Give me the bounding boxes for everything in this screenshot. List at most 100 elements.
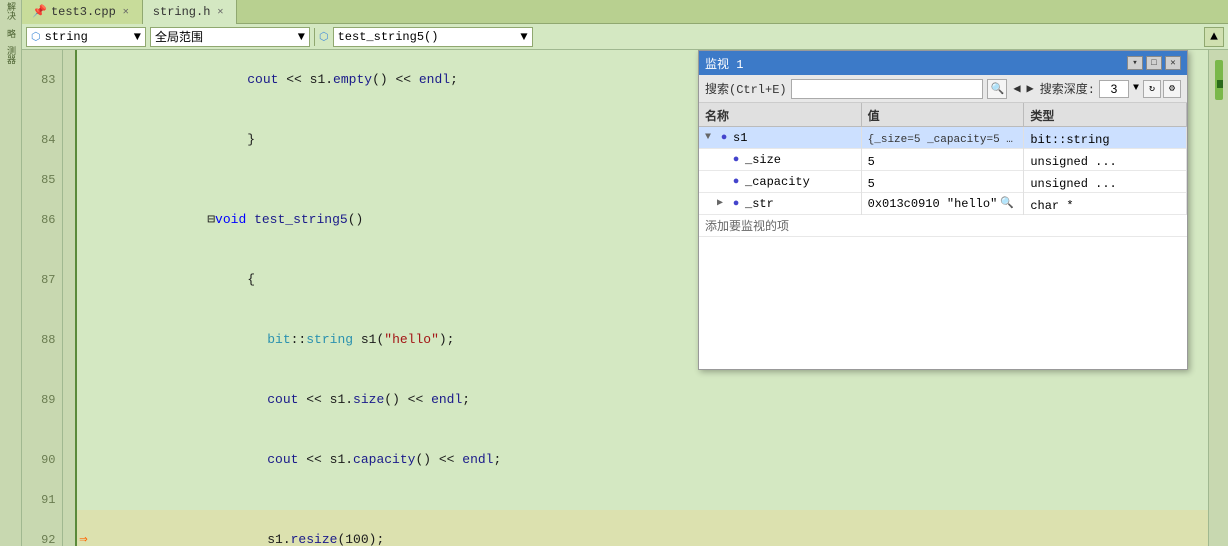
watch-cell-value-capacity: 5 — [862, 171, 1025, 193]
watch-cell-name-size: ● _size — [699, 149, 862, 171]
watch-panel: 监视 1 ▾ □ ✕ 搜索(Ctrl+E) 🔍 ◀ ▶ — [698, 50, 1188, 370]
line-indent — [62, 510, 76, 546]
settings-button[interactable]: ⚙ — [1163, 80, 1181, 98]
watch-minimize-btn[interactable]: ▾ — [1127, 56, 1143, 70]
breakpoint-area — [76, 50, 90, 110]
line-indent — [62, 170, 76, 190]
function-icon: ⬡ — [319, 30, 329, 44]
scope-label: string — [45, 30, 88, 44]
watch-cell-type-str: char * — [1024, 193, 1187, 215]
watch-row-size[interactable]: ● _size 5 unsigned ... — [699, 149, 1187, 171]
header-name: 名称 — [699, 103, 862, 128]
watch-close-btn[interactable]: ✕ — [1165, 56, 1181, 70]
watch-icon-s1: ● — [717, 131, 731, 145]
watch-cell-name-capacity: ● _capacity — [699, 171, 862, 193]
line-number: 86 — [22, 190, 62, 250]
watch-cell-name-str: ▶ ● _str — [699, 193, 862, 215]
watch-name-s1: s1 — [733, 127, 747, 149]
line-number: 84 — [22, 110, 62, 170]
watch-icon-capacity: ● — [729, 175, 743, 189]
watch-row-s1[interactable]: ▼ ● s1 {_size=5 _capacity=5 _str=0x013c.… — [699, 127, 1187, 149]
code-area: 83 cout << s1.empty() << endl; 84 } — [22, 50, 1228, 546]
breakpoint-area — [76, 170, 90, 190]
watch-name-capacity: _capacity — [745, 171, 810, 193]
watch-cell-name-s1: ▼ ● s1 — [699, 127, 862, 149]
watch-cell-type-s1: bit::string — [1024, 127, 1187, 149]
tab-bar: 📌 test3.cpp ✕ string.h ✕ — [22, 0, 1228, 24]
breakpoint-area — [76, 310, 90, 370]
line-number: 92 — [22, 510, 62, 546]
code-panel[interactable]: 83 cout << s1.empty() << endl; 84 } — [22, 50, 1208, 546]
table-row: 90 cout << s1.capacity() << endl; — [22, 430, 1208, 490]
toolbar-up-button[interactable]: ▲ — [1204, 27, 1224, 47]
watch-add-label: 添加要监视的项 — [705, 217, 789, 234]
watch-title-text: 监视 1 — [705, 55, 743, 72]
line-indent — [62, 50, 76, 110]
breakpoint-area — [76, 250, 90, 310]
magnify-icon[interactable]: 🔍 — [1000, 193, 1014, 215]
sidebar-icon-3[interactable]: 测器 — [2, 46, 20, 64]
tab-pin-icon: 📌 — [32, 4, 47, 19]
scope-icon: ⬡ — [31, 30, 41, 44]
line-number: 89 — [22, 370, 62, 430]
watch-row-str[interactable]: ▶ ● _str 0x013c0910 "hello" 🔍 char * — [699, 193, 1187, 215]
search-input[interactable] — [791, 79, 984, 99]
header-value: 值 — [862, 103, 1025, 128]
sidebar-icon-1[interactable]: 解决 — [2, 2, 20, 20]
watch-cell-value-size: 5 — [862, 149, 1025, 171]
table-row: 91 — [22, 490, 1208, 510]
function-area: ⬡ test_string5() ▼ — [319, 27, 533, 47]
refresh-button[interactable]: ↻ — [1143, 80, 1161, 98]
line-number: 83 — [22, 50, 62, 110]
line-indent — [62, 310, 76, 370]
line-number: 88 — [22, 310, 62, 370]
scrollbar-mark-1 — [1217, 80, 1223, 88]
watch-icon-str: ● — [729, 197, 743, 211]
watch-row-capacity[interactable]: ● _capacity 5 unsigned ... — [699, 171, 1187, 193]
function-label: test_string5() — [338, 30, 439, 44]
table-row: 92 ⇒ s1.resize(100); — [22, 510, 1208, 546]
tab-close-icon-2[interactable]: ✕ — [214, 5, 226, 19]
line-number: 87 — [22, 250, 62, 310]
line-indent — [62, 490, 76, 510]
dropdown-arrow: ▼ — [134, 30, 141, 44]
tab-label: test3.cpp — [51, 5, 116, 19]
search-button[interactable]: 🔍 — [987, 79, 1007, 99]
line-number: 91 — [22, 490, 62, 510]
table-row: 89 cout << s1.size() << endl; — [22, 370, 1208, 430]
watch-body: ▼ ● s1 {_size=5 _capacity=5 _str=0x013c.… — [699, 127, 1187, 369]
line-indent — [62, 430, 76, 490]
tab-close-icon[interactable]: ✕ — [120, 5, 132, 19]
watch-titlebar: 监视 1 ▾ □ ✕ — [699, 51, 1187, 75]
left-sidebar: 解决 略 测器 — [0, 0, 22, 546]
right-scrollbar[interactable] — [1208, 50, 1228, 546]
function-dropdown[interactable]: test_string5() ▼ — [333, 27, 533, 47]
line-indent — [62, 110, 76, 170]
breakpoint-arrow: ⇒ — [76, 510, 90, 546]
depth-dropdown-arrow[interactable]: ▼ — [1133, 83, 1139, 94]
tab-stringh[interactable]: string.h ✕ — [143, 0, 238, 24]
depth-input[interactable] — [1099, 80, 1129, 98]
watch-add-row[interactable]: 添加要监视的项 — [699, 215, 1187, 237]
watch-float-btn[interactable]: □ — [1146, 56, 1162, 70]
line-number: 90 — [22, 430, 62, 490]
expand-triangle-s1[interactable]: ▼ — [705, 127, 715, 149]
expand-triangle-str[interactable]: ▶ — [717, 193, 727, 215]
depth-icons: ↻ ⚙ — [1143, 80, 1181, 98]
global-scope-dropdown[interactable]: 全局范围 ▼ — [150, 27, 310, 47]
main-content: 📌 test3.cpp ✕ string.h ✕ ⬡ string ▼ 全局范围… — [22, 0, 1228, 546]
sidebar-icon-2[interactable]: 略 — [2, 24, 20, 42]
scope-dropdown[interactable]: ⬡ string ▼ — [26, 27, 146, 47]
watch-controls: ▾ □ ✕ — [1127, 56, 1181, 70]
dropdown-arrow-2: ▼ — [298, 30, 305, 44]
tab-test3cpp[interactable]: 📌 test3.cpp ✕ — [22, 0, 143, 24]
function-dropdown-arrow: ▼ — [520, 30, 527, 44]
watch-icon-size: ● — [729, 153, 743, 167]
search-prev-btn[interactable]: ◀ — [1011, 81, 1022, 96]
scrollbar-track[interactable] — [1215, 50, 1223, 546]
search-next-btn[interactable]: ▶ — [1025, 81, 1036, 96]
line-code: cout << s1.capacity() << endl; — [90, 430, 1208, 490]
watch-name-str: _str — [745, 193, 774, 215]
breakpoint-area — [76, 190, 90, 250]
watch-cell-type-capacity: unsigned ... — [1024, 171, 1187, 193]
